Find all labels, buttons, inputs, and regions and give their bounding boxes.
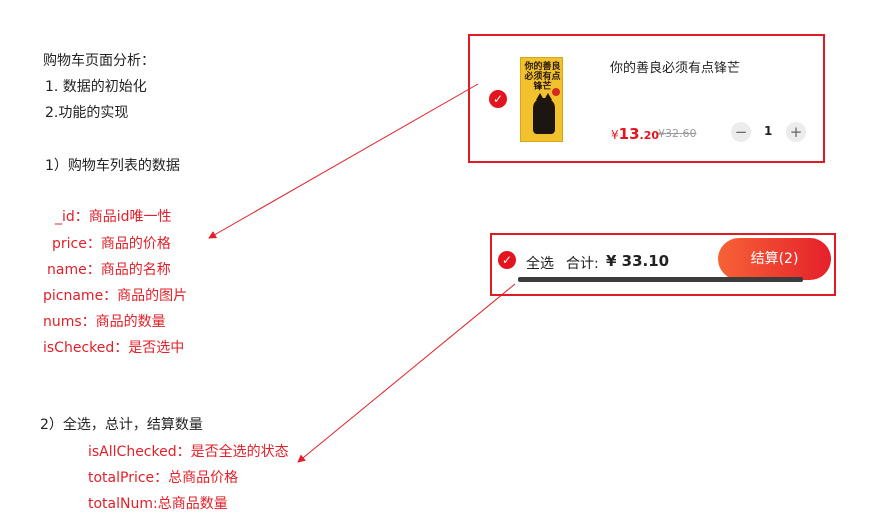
arrow-item-to-list-fields xyxy=(208,83,479,239)
annotation-arrows xyxy=(208,83,516,463)
arrow-footer-to-total-fields xyxy=(297,283,516,463)
